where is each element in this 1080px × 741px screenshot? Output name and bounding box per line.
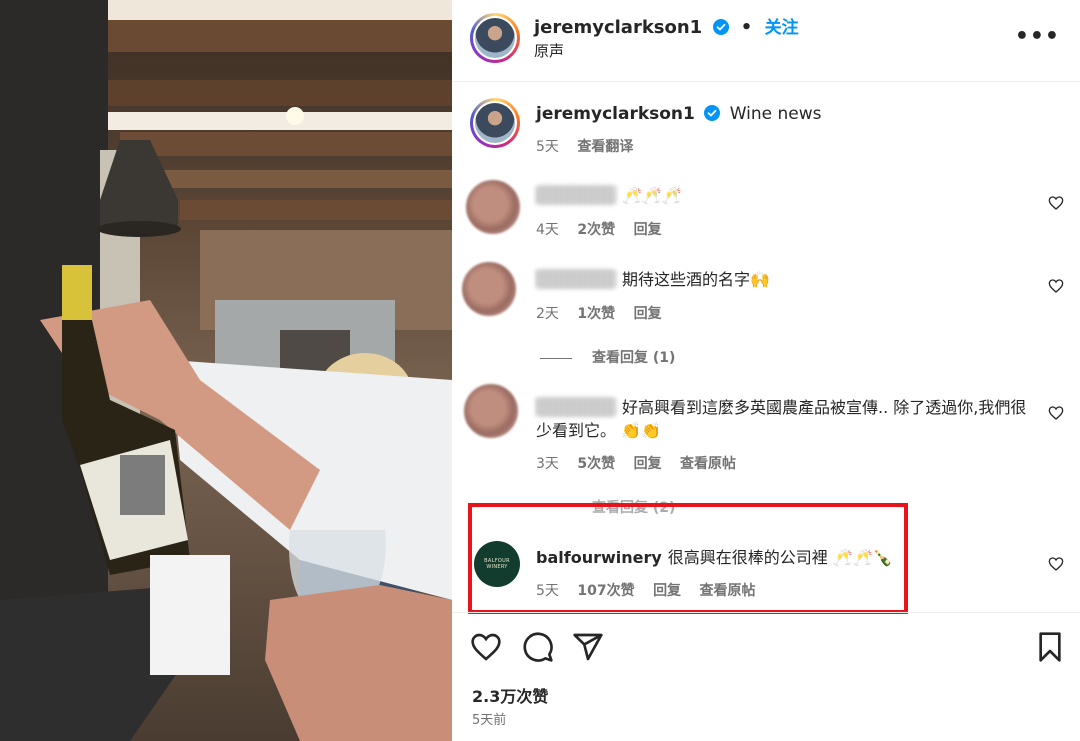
comment-likes[interactable]: 5次赞 — [577, 456, 615, 472]
reply-button[interactable]: 回复 — [634, 222, 662, 238]
post-details-panel: jeremyclarkson1 • 关注 原声 ••• jeremyclarks… — [452, 0, 1080, 741]
divider-line — [540, 357, 572, 359]
blurred-username — [536, 269, 616, 289]
author-avatar[interactable] — [470, 13, 520, 63]
audio-label[interactable]: 原声 — [534, 40, 564, 61]
heart-icon[interactable] — [1048, 556, 1064, 572]
author-line: jeremyclarkson1 • 关注 — [534, 13, 799, 38]
translate-link[interactable]: 查看翻译 — [577, 139, 633, 155]
comment-time: 3天 — [536, 456, 559, 472]
reply-button[interactable]: 回复 — [634, 456, 662, 472]
photo-scene — [0, 0, 452, 741]
view-replies-label: 查看回复 (1) — [592, 350, 676, 366]
caption-text: Wine news — [729, 104, 822, 124]
highlight-box — [468, 503, 908, 614]
follow-button[interactable]: 关注 — [765, 18, 799, 38]
comment-1: 🥂🥂🥂 — [536, 184, 682, 207]
blurred-username — [536, 185, 616, 205]
commenter-avatar[interactable] — [466, 180, 520, 234]
commenter-avatar[interactable] — [462, 262, 516, 316]
view-original-link[interactable]: 查看原帖 — [680, 456, 736, 472]
view-replies-button[interactable]: 查看回复 (1) — [540, 347, 675, 367]
commenter-avatar[interactable] — [464, 384, 518, 438]
comment-meta: 2天 1次赞 回复 — [536, 303, 662, 323]
verified-badge-icon — [704, 105, 721, 121]
comment-time: 4天 — [536, 222, 559, 238]
heart-icon[interactable] — [1048, 405, 1064, 421]
verified-badge-icon — [712, 19, 729, 35]
comment-likes[interactable]: 2次赞 — [577, 222, 615, 238]
caption-time: 5天 — [536, 139, 559, 155]
like-count[interactable]: 2.3万次赞 — [472, 683, 548, 707]
separator-dot: • — [740, 17, 753, 38]
author-username[interactable]: jeremyclarkson1 — [534, 17, 702, 38]
heart-icon[interactable] — [470, 631, 502, 663]
comment-text: 期待这些酒的名字🙌 — [622, 270, 770, 289]
post-header: jeremyclarkson1 • 关注 原声 ••• — [452, 0, 1080, 82]
post-date: 5天前 — [472, 713, 507, 728]
comment-icon[interactable] — [522, 631, 554, 663]
caption-line: jeremyclarkson1 Wine news — [536, 104, 821, 124]
comment-meta: 4天 2次赞 回复 — [536, 219, 662, 239]
comment-2: 期待这些酒的名字🙌 — [536, 268, 770, 291]
caption-username[interactable]: jeremyclarkson1 — [536, 104, 695, 124]
caption-avatar[interactable] — [470, 98, 520, 148]
comment-3: 好高興看到這麼多英國農產品被宣傳.. 除了透過你,我們很少看到它。 👏👏 — [536, 396, 1036, 442]
heart-icon[interactable] — [1048, 195, 1064, 211]
bookmark-icon[interactable] — [1034, 631, 1066, 663]
share-icon[interactable] — [572, 631, 604, 663]
more-options-icon[interactable]: ••• — [1015, 24, 1060, 49]
comment-text: 🥂🥂🥂 — [622, 186, 682, 205]
blurred-username — [536, 397, 616, 417]
comment-meta: 3天 5次赞 回复 查看原帖 — [536, 453, 736, 473]
comment-likes[interactable]: 1次赞 — [577, 306, 615, 322]
post-photo — [0, 0, 452, 741]
caption-meta: 5天 查看翻译 — [536, 136, 633, 156]
heart-icon[interactable] — [1048, 278, 1064, 294]
post-actions: 2.3万次赞 5天前 — [452, 612, 1080, 741]
comment-time: 2天 — [536, 306, 559, 322]
reply-button[interactable]: 回复 — [634, 306, 662, 322]
